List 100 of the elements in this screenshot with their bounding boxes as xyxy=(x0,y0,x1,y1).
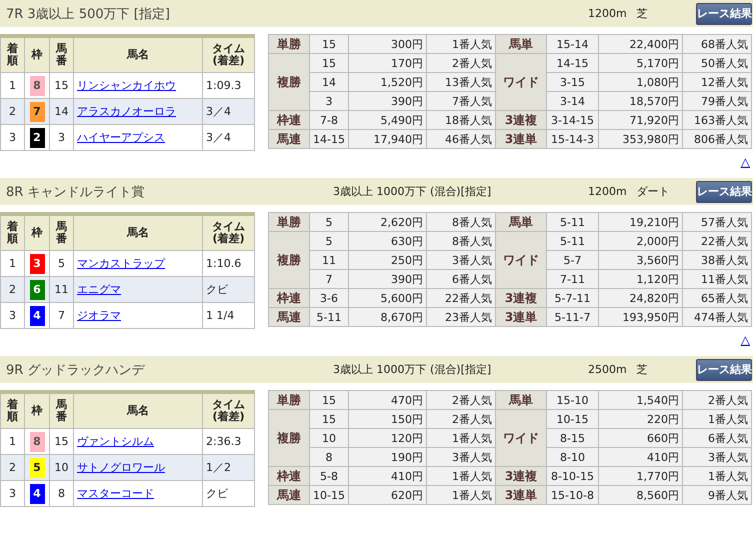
back-to-top-link[interactable]: △ xyxy=(740,333,750,347)
bet-type-label: ワイド xyxy=(496,410,546,466)
payout-cell: 170円 xyxy=(348,54,426,72)
popularity-cell: 38番人気 xyxy=(682,250,752,270)
combination-cell: 3-14 xyxy=(546,92,598,110)
popularity-cell: 8番人気 xyxy=(426,212,496,232)
popularity-cell: 12番人気 xyxy=(682,72,752,92)
bet-type-label: 複勝 xyxy=(268,410,310,466)
popularity-cell: 2番人気 xyxy=(426,54,496,72)
popularity-cell: 68番人気 xyxy=(682,34,752,54)
bracket-badge: 8 xyxy=(30,76,44,96)
column-header: 着順 xyxy=(0,214,24,250)
combination-cell: 3 xyxy=(310,92,348,110)
horse-number-cell: 5 xyxy=(50,250,74,276)
bet-type-label: 3連単 xyxy=(496,308,546,326)
combination-cell: 15 xyxy=(310,410,348,428)
combination-cell: 5-11 xyxy=(546,212,598,232)
race-result-button[interactable]: レース結果 xyxy=(696,180,752,202)
time-cell: 1／2 xyxy=(202,454,254,480)
bet-type-label: 3連単 xyxy=(496,130,546,148)
horse-number-cell: 11 xyxy=(50,276,74,302)
popularity-cell: 3番人気 xyxy=(426,250,496,270)
rank-cell: 1 xyxy=(0,72,24,98)
bet-type-label: 馬単 xyxy=(496,212,546,232)
bet-type-label: 馬連 xyxy=(268,130,310,148)
payout-cell: 410円 xyxy=(348,466,426,486)
column-header: タイム (着差) xyxy=(202,214,254,250)
payout-cell: 1,770円 xyxy=(598,466,682,486)
payout-cell: 190円 xyxy=(348,448,426,466)
payout-cell: 1,540円 xyxy=(598,390,682,410)
payout-cell: 410円 xyxy=(598,448,682,466)
payout-cell: 120円 xyxy=(348,428,426,448)
time-cell: 1 1/4 xyxy=(202,302,254,328)
column-header: タイム (着差) xyxy=(202,36,254,72)
popularity-cell: 11番人気 xyxy=(682,270,752,288)
horse-number-cell: 15 xyxy=(50,72,74,98)
popularity-cell: 18番人気 xyxy=(426,110,496,130)
bet-type-label: 複勝 xyxy=(268,232,310,288)
horse-name-link[interactable]: ジオラマ xyxy=(77,309,121,322)
horse-number-cell: 7 xyxy=(50,302,74,328)
bracket-badge: 3 xyxy=(30,254,44,274)
payout-cell: 1,120円 xyxy=(598,270,682,288)
combination-cell: 8 xyxy=(310,448,348,466)
combination-cell: 7-11 xyxy=(546,270,598,288)
popularity-cell: 3番人気 xyxy=(426,448,496,466)
rank-cell: 2 xyxy=(0,276,24,302)
race-surface: 芝 xyxy=(636,6,649,21)
payout-cell: 71,920円 xyxy=(598,110,682,130)
combination-cell: 3-15 xyxy=(546,72,598,92)
race-distance: 1200m xyxy=(588,185,627,198)
bet-type-label: 枠連 xyxy=(268,466,310,486)
rank-cell: 1 xyxy=(0,250,24,276)
time-cell: 1:09.3 xyxy=(202,72,254,98)
payout-cell: 22,400円 xyxy=(598,34,682,54)
race-distance: 1200m xyxy=(588,7,627,20)
horse-number-cell: 8 xyxy=(50,480,74,506)
column-header: 着順 xyxy=(0,36,24,72)
popularity-cell: 1番人気 xyxy=(426,428,496,448)
race-title: 7R 3歳以上 500万下 [指定] xyxy=(6,6,171,22)
payout-cell: 17,940円 xyxy=(348,130,426,148)
horse-name-link[interactable]: エニグマ xyxy=(77,283,121,296)
back-to-top-link[interactable]: △ xyxy=(740,155,750,169)
payout-cell: 620円 xyxy=(348,486,426,504)
popularity-cell: 9番人気 xyxy=(682,486,752,504)
bracket-badge: 5 xyxy=(30,458,44,478)
bracket-badge: 2 xyxy=(30,128,44,148)
horse-number-cell: 10 xyxy=(50,454,74,480)
combination-cell: 10 xyxy=(310,428,348,448)
column-header: 着順 xyxy=(0,392,24,428)
bet-type-label: 単勝 xyxy=(268,34,310,54)
race-result-button[interactable]: レース結果 xyxy=(696,2,752,24)
combination-cell: 3-6 xyxy=(310,288,348,308)
horse-number-cell: 3 xyxy=(50,124,74,150)
combination-cell: 15 xyxy=(310,54,348,72)
race-surface: 芝 xyxy=(636,362,649,377)
horse-number-cell: 14 xyxy=(50,98,74,124)
payout-cell: 5,600円 xyxy=(348,288,426,308)
column-header: タイム (着差) xyxy=(202,392,254,428)
bet-type-label: ワイド xyxy=(496,232,546,288)
bracket-badge: 8 xyxy=(30,432,44,452)
payout-cell: 5,170円 xyxy=(598,54,682,72)
combination-cell: 8-10 xyxy=(546,448,598,466)
column-header: 馬番 xyxy=(50,36,74,72)
rank-cell: 2 xyxy=(0,98,24,124)
rank-cell: 3 xyxy=(0,302,24,328)
bracket-badge: 7 xyxy=(30,102,44,122)
combination-cell: 5 xyxy=(310,212,348,232)
bet-type-label: 馬単 xyxy=(496,390,546,410)
combination-cell: 5-8 xyxy=(310,466,348,486)
combination-cell: 10-15 xyxy=(310,486,348,504)
combination-cell: 8-15 xyxy=(546,428,598,448)
race-result-button[interactable]: レース結果 xyxy=(696,358,752,380)
payout-cell: 18,570円 xyxy=(598,92,682,110)
popularity-cell: 65番人気 xyxy=(682,288,752,308)
rank-cell: 2 xyxy=(0,454,24,480)
combination-cell: 10-15 xyxy=(546,410,598,428)
payout-cell: 2,620円 xyxy=(348,212,426,232)
bracket-badge: 4 xyxy=(30,306,44,326)
time-cell: クビ xyxy=(202,276,254,302)
combination-cell: 15-14 xyxy=(546,34,598,54)
